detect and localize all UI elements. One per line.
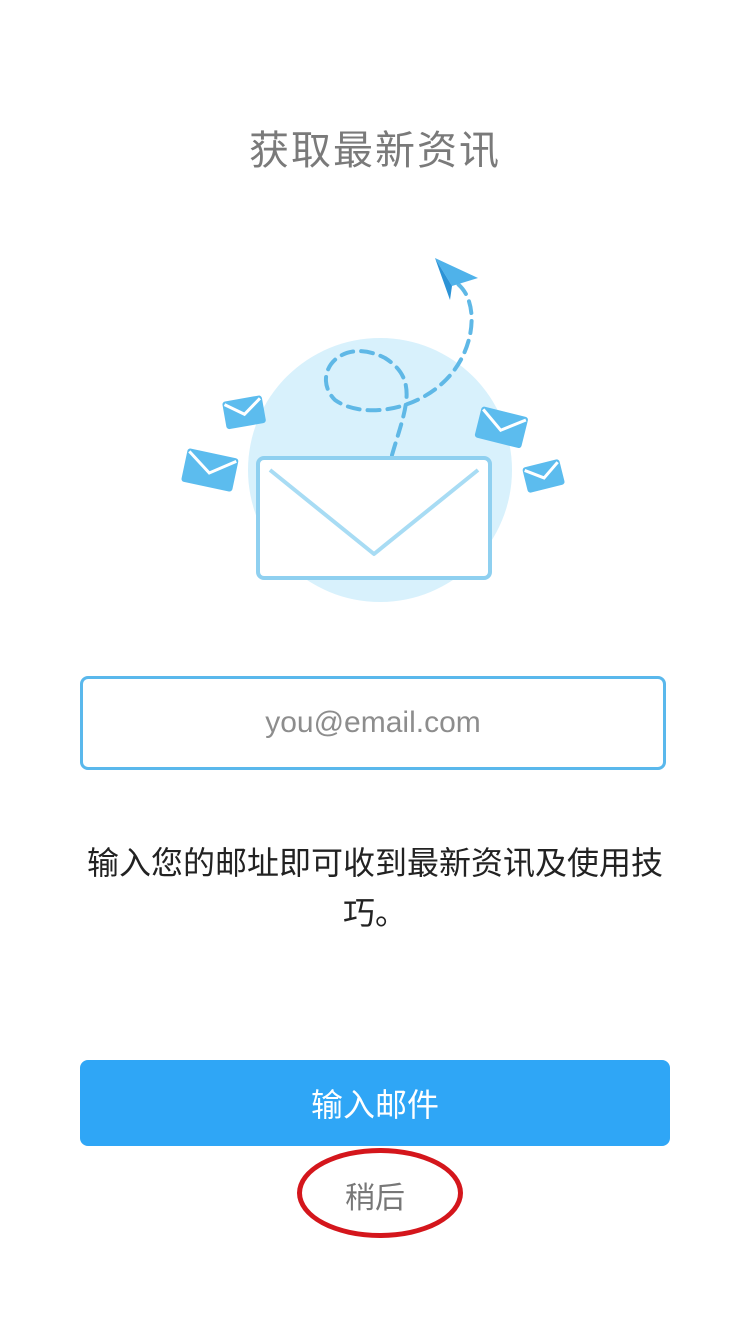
main-envelope-icon [256, 456, 492, 580]
email-field-container [80, 676, 666, 770]
later-button[interactable]: 稍后 [300, 1160, 450, 1230]
description-text: 输入您的邮址即可收到最新资讯及使用技巧。 [86, 844, 663, 932]
small-envelope-icon [522, 459, 565, 493]
mail-plane-illustration [181, 258, 565, 602]
enter-email-button[interactable]: 输入邮件 [80, 1060, 670, 1146]
paper-plane-icon [435, 258, 478, 300]
page-title: 获取最新资讯 [249, 128, 501, 174]
small-envelope-icon [181, 448, 239, 492]
email-field[interactable] [83, 679, 663, 767]
